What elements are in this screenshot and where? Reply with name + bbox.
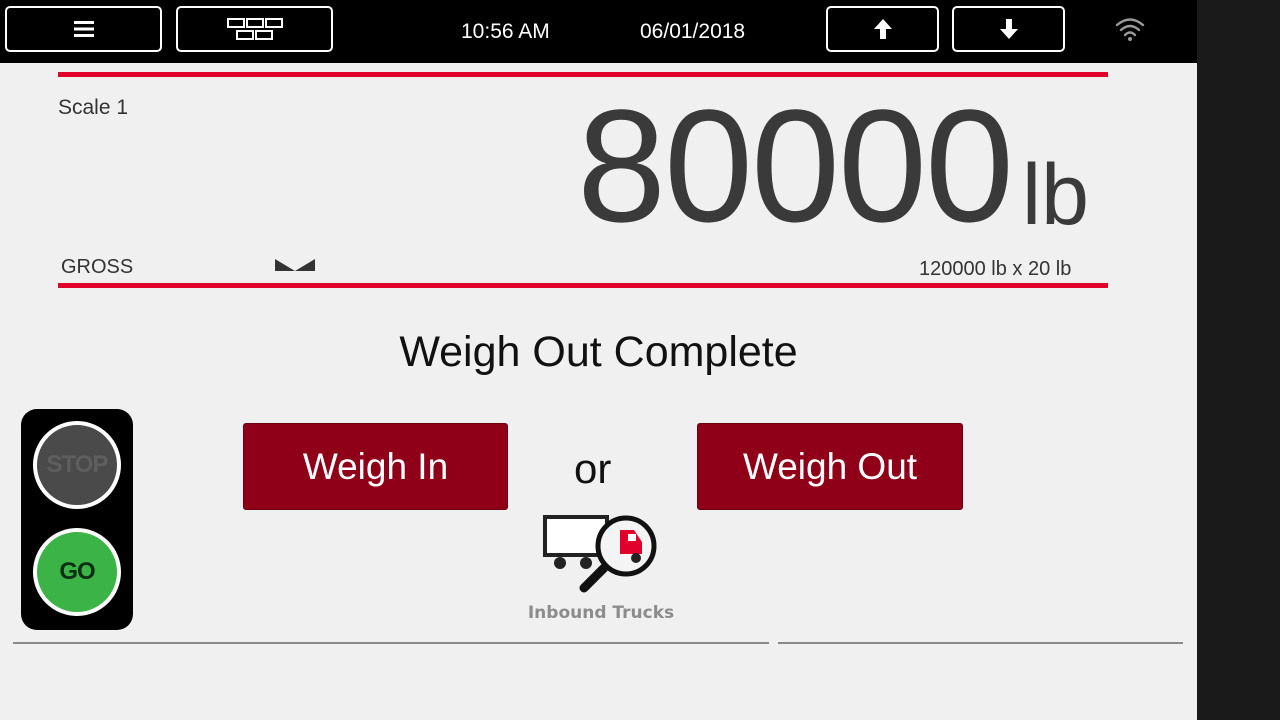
arrow-down-icon (999, 19, 1018, 39)
menu-button[interactable] (5, 6, 162, 52)
arrow-up-icon (873, 19, 892, 39)
stop-light: STOP (33, 421, 121, 509)
top-bar: 10:56 AM 06/01/2018 (0, 0, 1197, 63)
weigh-in-button[interactable]: Weigh In (243, 423, 508, 510)
weight-panel-bottom-border (58, 283, 1108, 288)
or-label: or (574, 445, 612, 492)
go-light: GO (33, 528, 121, 616)
clock-time: 10:56 AM (461, 20, 550, 43)
apps-button[interactable] (176, 6, 333, 52)
weight-unit: lb (1022, 147, 1089, 243)
inbound-trucks-label: Inbound Trucks (527, 603, 675, 623)
menu-icon (73, 21, 94, 37)
right-black-margin (1197, 0, 1280, 720)
bottom-divider-right (778, 642, 1183, 644)
traffic-light: STOP GO (21, 409, 133, 630)
terminal-screen: 10:56 AM 06/01/2018 Scale 1 80000 lb GRO… (0, 0, 1197, 720)
wifi-icon (1115, 18, 1145, 41)
bottom-divider-left (13, 642, 769, 644)
weight-value: 80000 (577, 76, 1014, 255)
inbound-trucks-button[interactable]: Inbound Trucks (526, 506, 676, 626)
scale-capacity: 120000 lb x 20 lb (919, 258, 1072, 280)
status-message: Weigh Out Complete (399, 328, 798, 376)
apps-grid-icon (226, 18, 283, 40)
scale-name: Scale 1 (58, 96, 129, 119)
scroll-up-button[interactable] (826, 6, 939, 52)
clock-date: 06/01/2018 (640, 20, 746, 43)
weigh-out-button[interactable]: Weigh Out (697, 423, 963, 510)
center-of-zero-icon (275, 259, 315, 271)
truck-search-icon (543, 515, 657, 593)
scroll-down-button[interactable] (952, 6, 1065, 52)
weight-mode: GROSS (61, 256, 134, 278)
